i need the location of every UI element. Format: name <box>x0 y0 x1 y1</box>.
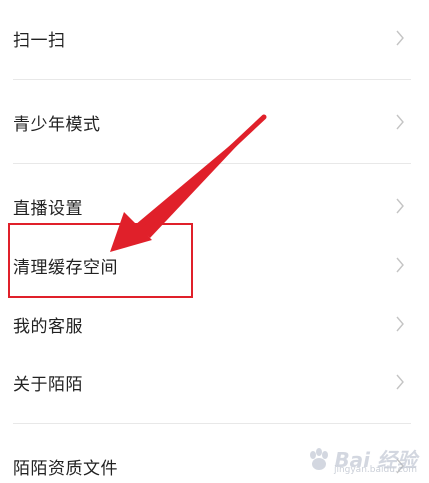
chevron-right-icon <box>396 374 404 390</box>
divider <box>13 423 411 424</box>
settings-screen: 扫一扫 青少年模式 直播设置 清理缓存空间 我的客服 关于陌陌 陌陌资质文件 B… <box>0 0 429 483</box>
chevron-right-icon <box>396 458 404 474</box>
menu-item-label: 扫一扫 <box>13 30 66 51</box>
menu-item-label: 清理缓存空间 <box>13 257 118 278</box>
chevron-right-icon <box>396 257 404 273</box>
menu-item-label: 直播设置 <box>13 198 83 219</box>
menu-item-clear-cache[interactable]: 清理缓存空间 <box>0 243 429 287</box>
menu-item-label: 青少年模式 <box>13 114 101 135</box>
pointer-arrow-icon <box>110 114 267 252</box>
menu-item-scan[interactable]: 扫一扫 <box>0 16 429 60</box>
menu-item-qualification-docs[interactable]: 陌陌资质文件 <box>0 444 429 483</box>
menu-item-customer-service[interactable]: 我的客服 <box>0 302 429 346</box>
chevron-right-icon <box>396 316 404 332</box>
menu-item-about[interactable]: 关于陌陌 <box>0 360 429 404</box>
menu-item-label: 关于陌陌 <box>13 374 83 395</box>
menu-item-teen-mode[interactable]: 青少年模式 <box>0 100 429 144</box>
chevron-right-icon <box>396 198 404 214</box>
menu-item-label: 陌陌资质文件 <box>13 458 118 479</box>
menu-item-label: 我的客服 <box>13 316 83 337</box>
chevron-right-icon <box>396 114 404 130</box>
divider <box>13 79 411 80</box>
menu-item-live-settings[interactable]: 直播设置 <box>0 184 429 228</box>
chevron-right-icon <box>396 30 404 46</box>
divider <box>13 163 411 164</box>
